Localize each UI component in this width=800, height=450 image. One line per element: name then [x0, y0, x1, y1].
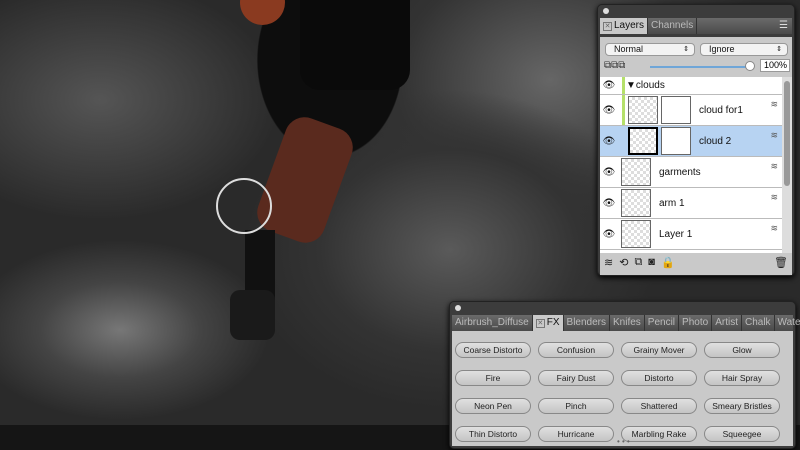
tab-photo[interactable]: Photo [679, 315, 713, 331]
layer-stack-icon: ≋ [770, 192, 778, 202]
layer-thumbnail [621, 189, 651, 217]
layer-stack-icon: ≋ [770, 161, 778, 171]
layer-list: 👁 ▼clouds 👁 cloud for1 ≋ 👁 cloud 2 ≋ 👁 garment… [600, 77, 782, 253]
opacity-slider-handle[interactable] [745, 61, 755, 71]
player-leg [251, 111, 359, 249]
brush-button[interactable]: Shattered [621, 398, 697, 414]
brush-button[interactable]: Coarse Distorto [455, 342, 531, 358]
brush-button[interactable]: Grainy Mover [621, 342, 697, 358]
layer-thumbnail [621, 158, 651, 186]
layer-mask-thumbnail [661, 127, 691, 155]
tab-blenders[interactable]: Blenders [564, 315, 610, 331]
brush-button[interactable]: Thin Distorto [455, 426, 531, 442]
layer-row[interactable]: 👁 cloud for1 ≋ [600, 95, 782, 126]
brush-button[interactable]: Fairy Dust [538, 370, 614, 386]
opacity-slider[interactable] [650, 66, 750, 68]
composite-select[interactable]: Ignore ⇕ [700, 43, 788, 56]
brush-button[interactable]: Hurricane [538, 426, 614, 442]
triangle-icon[interactable]: ▼ [626, 80, 636, 91]
tab-artist[interactable]: Artist [712, 315, 742, 331]
brush-library-panel: Airbrush_Diffuse ✕ FX Blenders Knifes Pen… [449, 301, 800, 449]
trash-icon[interactable]: 🗑 [774, 256, 788, 272]
layer-stack-icon: ≋ [770, 130, 778, 140]
close-icon[interactable]: ✕ [603, 22, 612, 31]
mask-icon[interactable]: ◙ [648, 256, 655, 272]
brush-grid-area: Coarse Distorto Confusion Grainy Mover Glow… [452, 331, 793, 446]
layer-row[interactable]: 👁 garments ≋ [600, 157, 782, 188]
layers-panel: ✕ Layers Channels ☰ Normal ⇕ Ignore ⇕ ⧉⧉⧉ 1… [597, 4, 795, 276]
tab-layers[interactable]: ✕ Layers [600, 18, 649, 34]
brush-button[interactable]: Squeegee [704, 426, 780, 442]
brush-category-tabs: Airbrush_Diffuse ✕ FX Blenders Knifes Pen… [452, 315, 800, 331]
resize-grip-icon[interactable]: • • • [617, 437, 630, 446]
eye-icon[interactable]: 👁 [600, 229, 618, 240]
panel-menu-icon[interactable]: ☰ [775, 18, 792, 34]
tab-channels[interactable]: Channels [648, 18, 698, 34]
layer-name: garments [659, 166, 701, 178]
group-label: ▼clouds [626, 80, 665, 91]
layers-body: Normal ⇕ Ignore ⇕ ⧉⧉⧉ 100% 👁 ▼clouds 👁 cloud… [600, 37, 792, 253]
layer-group-row[interactable]: 👁 ▼clouds [600, 77, 782, 95]
layer-stack-icon: ≋ [770, 99, 778, 109]
layer-commands-icon[interactable]: ≋ [604, 256, 613, 272]
layer-lock-icons[interactable]: ⧉⧉⧉ [604, 60, 625, 71]
layer-thumbnail [628, 127, 658, 155]
opacity-field[interactable]: 100% [760, 59, 790, 72]
brush-button[interactable]: Hair Spray [704, 370, 780, 386]
group-name: clouds [635, 80, 665, 91]
panel-close-dot[interactable] [603, 8, 609, 14]
layer-stack-icon: ≋ [770, 223, 778, 233]
brush-button[interactable]: Confusion [538, 342, 614, 358]
brush-button[interactable]: Marbling Rake [621, 426, 697, 442]
layer-name: arm 1 [659, 197, 685, 209]
close-icon[interactable]: ✕ [535, 319, 545, 328]
brush-button[interactable]: Glow [704, 342, 780, 358]
blend-mode-value: Normal [614, 44, 644, 54]
tab-watercolour[interactable]: Watercolour [775, 315, 800, 331]
brush-button[interactable]: Neon Pen [455, 398, 531, 414]
dynamic-plugins-icon[interactable]: ⟲ [619, 256, 628, 272]
eye-icon[interactable]: 👁 [600, 80, 618, 91]
tab-pencil[interactable]: Pencil [645, 315, 680, 331]
tab-chalk[interactable]: Chalk [742, 315, 775, 331]
tab-airbrush-diffuse[interactable]: Airbrush_Diffuse [452, 315, 533, 331]
panel-close-dot[interactable] [455, 305, 461, 311]
tab-knifes[interactable]: Knifes [610, 315, 645, 331]
player-shoe [230, 290, 275, 340]
eye-icon[interactable]: 👁 [600, 167, 618, 178]
brush-button[interactable]: Smeary Bristles [704, 398, 780, 414]
layers-footer: ≋ ⟲ ⧉ ◙ 🔒 🗑 [600, 253, 792, 275]
brush-button[interactable]: Pinch [538, 398, 614, 414]
layer-row[interactable]: 👁 cloud 2 ≋ [600, 126, 782, 157]
blend-mode-select[interactable]: Normal ⇕ [605, 43, 695, 56]
tab-label: Layers [614, 20, 645, 31]
tab-fx[interactable]: ✕ FX [532, 315, 564, 331]
eye-icon[interactable]: 👁 [600, 136, 618, 147]
new-layer-icon[interactable]: ⧉ [634, 256, 642, 272]
composite-value: Ignore [709, 44, 735, 54]
brush-grid: Coarse Distorto Confusion Grainy Mover Glow… [455, 342, 780, 442]
layer-name: cloud for1 [699, 104, 743, 116]
eye-icon[interactable]: 👁 [600, 105, 618, 116]
brush-cursor [216, 178, 272, 234]
layer-thumbnail [621, 220, 651, 248]
layer-thumbnail [628, 96, 658, 124]
layers-tabs: ✕ Layers Channels ☰ [600, 18, 792, 34]
layer-row[interactable]: 👁 arm 1 ≋ [600, 188, 782, 219]
basketball [240, 0, 285, 25]
layer-name: Layer 1 [659, 228, 693, 240]
tab-label: FX [546, 317, 560, 328]
layers-scrollbar[interactable] [782, 77, 792, 253]
eye-icon[interactable]: 👁 [600, 198, 618, 209]
player-shorts [300, 0, 410, 90]
lock-icon[interactable]: 🔒 [661, 256, 675, 272]
layer-row[interactable]: 👁 Layer 1 ≋ [600, 219, 782, 250]
brush-button[interactable]: Fire [455, 370, 531, 386]
layer-name: cloud 2 [699, 135, 732, 147]
brush-button[interactable]: Distorto [621, 370, 697, 386]
scrollbar-thumb[interactable] [784, 81, 790, 186]
layer-mask-thumbnail [661, 96, 691, 124]
